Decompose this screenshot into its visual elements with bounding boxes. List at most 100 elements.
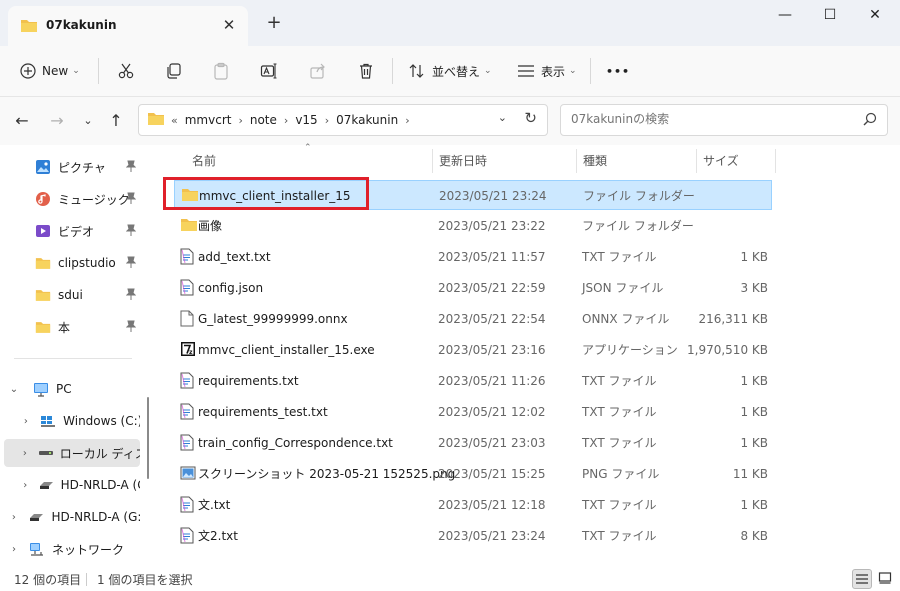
file-date: 2023/05/21 23:24: [439, 189, 547, 203]
breadcrumb-item[interactable]: note: [250, 113, 277, 127]
search-input[interactable]: [569, 111, 843, 127]
sidebar-item-hd-nrld-g[interactable]: › HD-NRLD-A (G:: [0, 471, 140, 499]
pin-icon[interactable]: [125, 256, 137, 271]
column-header-type[interactable]: 種類: [583, 145, 693, 177]
file-name[interactable]: 画像: [198, 211, 222, 241]
breadcrumb-item[interactable]: 07kakunin: [336, 113, 398, 127]
new-button[interactable]: New ⌄: [20, 58, 80, 84]
file-name[interactable]: スクリーンショット 2023-05-21 152525.png: [198, 459, 455, 489]
file-name[interactable]: 文.txt: [198, 490, 230, 520]
large-icons-view-button[interactable]: [875, 569, 895, 589]
address-bar[interactable]: « mmvcrt › note › v15 › 07kakunin › ⌄ ↻: [138, 104, 548, 136]
file-row[interactable]: 文2.txt 2023/05/21 23:24 TXT ファイル 8 KB: [174, 521, 772, 551]
up-arrow-icon[interactable]: ↑: [104, 109, 128, 133]
column-divider[interactable]: [576, 149, 577, 173]
cut-button[interactable]: [117, 58, 135, 84]
column-divider[interactable]: [432, 149, 433, 173]
file-row[interactable]: requirements_test.txt 2023/05/21 12:02 TXT…: [174, 397, 772, 427]
paste-button[interactable]: [212, 58, 230, 84]
chevron-right-icon[interactable]: ›: [238, 114, 242, 127]
pin-icon[interactable]: [125, 160, 137, 175]
tab-close-button[interactable]: ✕: [218, 14, 240, 36]
details-view-button[interactable]: [852, 569, 872, 589]
sidebar-scrollbar[interactable]: [147, 397, 149, 479]
drive-icon: [38, 444, 54, 462]
file-name[interactable]: 文2.txt: [198, 521, 238, 551]
close-button[interactable]: ✕: [852, 5, 898, 25]
chevron-right-icon[interactable]: ›: [20, 448, 30, 459]
forward-arrow-icon[interactable]: →: [45, 109, 69, 133]
view-button[interactable]: 表示 ⌄: [517, 58, 577, 84]
share-button[interactable]: [309, 58, 327, 84]
chevron-right-icon[interactable]: ›: [325, 114, 329, 127]
delete-button[interactable]: [357, 58, 375, 84]
file-row[interactable]: 文.txt 2023/05/21 12:18 TXT ファイル 1 KB: [174, 490, 772, 520]
pin-icon[interactable]: [125, 192, 137, 207]
minimize-button[interactable]: —: [762, 5, 808, 25]
breadcrumb-item[interactable]: v15: [295, 113, 317, 127]
sidebar-item-local-disk[interactable]: › ローカル ディスク: [4, 439, 140, 467]
recent-chevron-down-icon[interactable]: ⌄: [76, 109, 100, 133]
chevron-right-icon[interactable]: ›: [284, 114, 288, 127]
breadcrumb-overflow[interactable]: «: [171, 114, 178, 127]
chevron-down-icon[interactable]: ⌄: [8, 384, 20, 395]
sort-button[interactable]: 並べ替え ⌄: [408, 58, 492, 84]
file-name[interactable]: config.json: [198, 273, 263, 303]
more-options-button[interactable]: •••: [606, 58, 630, 84]
breadcrumb-item[interactable]: mmvcrt: [185, 113, 232, 127]
chevron-right-icon[interactable]: ›: [405, 114, 409, 127]
file-row[interactable]: 画像 2023/05/21 23:22 ファイル フォルダー: [174, 211, 772, 241]
rename-icon: [260, 62, 278, 80]
file-row[interactable]: z mmvc_client_installer_15.exe 2023/05/21 …: [174, 335, 772, 365]
chevron-right-icon[interactable]: ›: [20, 416, 32, 427]
file-row[interactable]: config.json 2023/05/21 22:59 JSON ファイル 3 KB: [174, 273, 772, 303]
file-row[interactable]: train_config_Correspondence.txt 2023/05/2…: [174, 428, 772, 458]
copy-icon: [165, 62, 183, 80]
column-divider[interactable]: [775, 149, 776, 173]
sidebar-item-windows-c[interactable]: › Windows (C:): [0, 407, 140, 435]
file-name[interactable]: train_config_Correspondence.txt: [198, 428, 393, 458]
column-header-size[interactable]: サイズ: [703, 145, 773, 177]
file-name[interactable]: requirements.txt: [198, 366, 299, 396]
sidebar-item-sdui[interactable]: sdui: [0, 281, 140, 309]
chevron-right-icon[interactable]: ›: [8, 544, 20, 555]
rename-button[interactable]: [260, 58, 278, 84]
maximize-button[interactable]: ☐: [807, 5, 853, 25]
chevron-right-icon[interactable]: ›: [8, 512, 20, 523]
file-row[interactable]: スクリーンショット 2023-05-21 152525.png 2023/05/2…: [174, 459, 772, 489]
column-header-date[interactable]: 更新日時: [439, 145, 569, 177]
column-header-name[interactable]: 名前: [192, 145, 422, 177]
sidebar-item-book[interactable]: 本: [0, 313, 140, 341]
refresh-icon[interactable]: ↻: [524, 109, 537, 127]
external-drive-icon: [28, 508, 46, 526]
sidebar-item-network[interactable]: › ネットワーク: [0, 535, 140, 563]
navigation-pane: ピクチャ ミュージック ビデオ clipstudio sdui 本 ⌄ PC ›…: [0, 145, 158, 568]
sidebar-item-pc[interactable]: ⌄ PC: [0, 375, 140, 403]
file-row[interactable]: G_latest_99999999.onnx 2023/05/21 22:54 ON…: [174, 304, 772, 334]
sidebar-item-label: PC: [56, 382, 72, 396]
search-icon[interactable]: [863, 112, 877, 129]
file-name[interactable]: mmvc_client_installer_15.exe: [198, 335, 375, 365]
sidebar-item-videos[interactable]: ビデオ: [0, 217, 140, 245]
address-history-chevron-icon[interactable]: ⌄: [498, 111, 507, 124]
file-row[interactable]: requirements.txt 2023/05/21 11:26 TXT ファイル…: [174, 366, 772, 396]
tab-07kakunin[interactable]: 07kakunin ✕: [8, 6, 248, 46]
back-arrow-icon[interactable]: ←: [10, 109, 34, 133]
column-divider[interactable]: [696, 149, 697, 173]
new-tab-button[interactable]: +: [262, 12, 286, 36]
sidebar-item-pictures[interactable]: ピクチャ: [0, 153, 140, 181]
status-divider: [86, 573, 87, 586]
pin-icon[interactable]: [125, 288, 137, 303]
file-name[interactable]: add_text.txt: [198, 242, 271, 272]
copy-button[interactable]: [165, 58, 183, 84]
pin-icon[interactable]: [125, 320, 137, 335]
search-box[interactable]: [560, 104, 888, 136]
sidebar-item-clipstudio[interactable]: clipstudio: [0, 249, 140, 277]
file-row[interactable]: add_text.txt 2023/05/21 11:57 TXT ファイル 1 KB: [174, 242, 772, 272]
pin-icon[interactable]: [125, 224, 137, 239]
file-name[interactable]: G_latest_99999999.onnx: [198, 304, 348, 334]
chevron-right-icon[interactable]: ›: [20, 480, 31, 491]
sidebar-item-hd-nrld-root[interactable]: › HD-NRLD-A (G:: [0, 503, 140, 531]
file-name[interactable]: requirements_test.txt: [198, 397, 328, 427]
sidebar-item-music[interactable]: ミュージック: [0, 185, 140, 213]
